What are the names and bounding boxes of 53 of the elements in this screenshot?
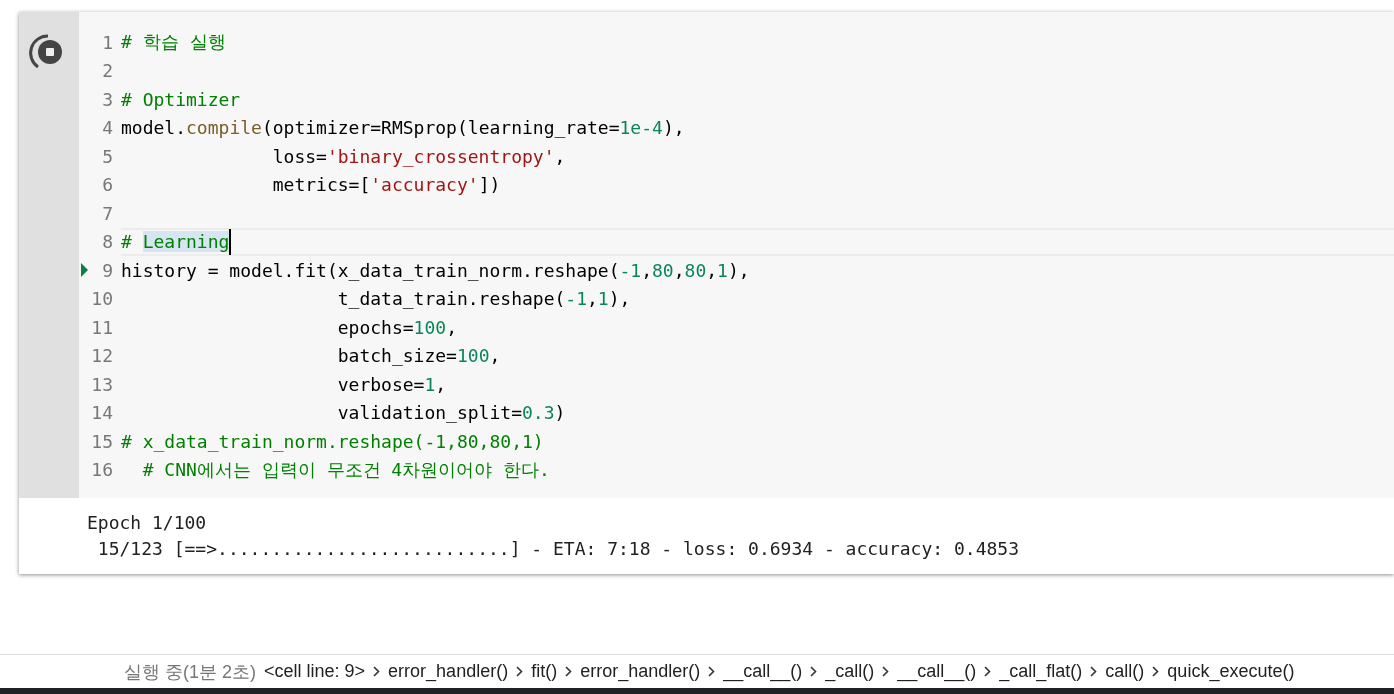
line-number: 12 xyxy=(91,345,114,367)
line-number: 14 xyxy=(91,402,114,424)
call-stack-item[interactable]: call() xyxy=(1105,661,1145,682)
line-number: 4 xyxy=(101,117,114,139)
text-cursor xyxy=(229,228,232,255)
chevron-icon xyxy=(810,666,818,677)
line-number: 2 xyxy=(101,60,114,82)
output-line: Epoch 1/100 xyxy=(87,511,208,535)
chevron-icon xyxy=(516,666,524,677)
chevron-icon xyxy=(882,666,890,677)
chevron-icon xyxy=(1152,666,1160,677)
code-line: # CNN에서는 입력이 무조건 4차원이어야 한다. xyxy=(141,457,551,482)
code-line: model.compile(optimizer=RMSprop(learning_rate=1e-4), xyxy=(121,116,686,141)
code-line: validation_split=0.3) xyxy=(336,401,567,426)
call-stack-item[interactable]: error_handler() xyxy=(388,661,509,682)
code-line: # Optimizer xyxy=(121,87,242,112)
code-line: epochs=100, xyxy=(336,315,458,340)
call-stack-item[interactable]: error_handler() xyxy=(580,661,701,682)
line-number: 15 xyxy=(91,430,114,452)
call-stack-item[interactable]: __call__() xyxy=(723,661,803,682)
line-number: 9 xyxy=(101,259,114,281)
code-line: loss='binary_crossentropy', xyxy=(271,144,567,169)
call-stack-item[interactable]: __call__() xyxy=(897,661,977,682)
line-number: 16 xyxy=(91,459,114,481)
code-line: # 학습 실행 xyxy=(121,30,227,55)
line-number: 11 xyxy=(91,316,114,338)
chevron-icon xyxy=(1090,666,1098,677)
chevron-icon xyxy=(708,666,716,677)
call-stack-item[interactable]: <cell line: 9> xyxy=(264,661,366,682)
call-stack-item[interactable]: _call() xyxy=(825,661,875,682)
line-number: 10 xyxy=(91,288,114,310)
code-line: metrics=['accuracy']) xyxy=(271,173,502,198)
line-number: 1 xyxy=(101,31,114,53)
line-number: 7 xyxy=(101,202,114,224)
execution-status: 실행 중(1분 2초) xyxy=(124,660,256,684)
code-line: # Learning xyxy=(121,227,1394,256)
code-line: # x_data_train_norm.reshape(-1,80,80,1) xyxy=(121,429,545,454)
line-number: 8 xyxy=(101,231,114,253)
line-number: 3 xyxy=(101,88,114,110)
chevron-icon xyxy=(373,666,381,677)
output-line: 15/123 [==>...........................] - ETA: 7:18 - loss: 0.6934 - accuracy: 0.4853 xyxy=(96,537,1020,561)
code-line: history = model.fit(x_data_train_norm.reshape(-1,80,80,1), xyxy=(121,258,751,283)
call-stack-item[interactable]: quick_execute() xyxy=(1167,661,1295,682)
call-stack-item[interactable]: _call_flat() xyxy=(999,661,1083,682)
line-number: 13 xyxy=(91,373,114,395)
code-line: verbose=1, xyxy=(336,372,448,397)
code-line: t_data_train.reshape(-1,1), xyxy=(336,287,632,312)
line-number: 6 xyxy=(101,174,114,196)
call-stack-item[interactable]: fit() xyxy=(531,661,558,682)
chevron-icon xyxy=(565,666,573,677)
code-line: batch_size=100, xyxy=(336,344,502,369)
chevron-icon xyxy=(984,666,992,677)
line-number: 5 xyxy=(101,145,114,167)
